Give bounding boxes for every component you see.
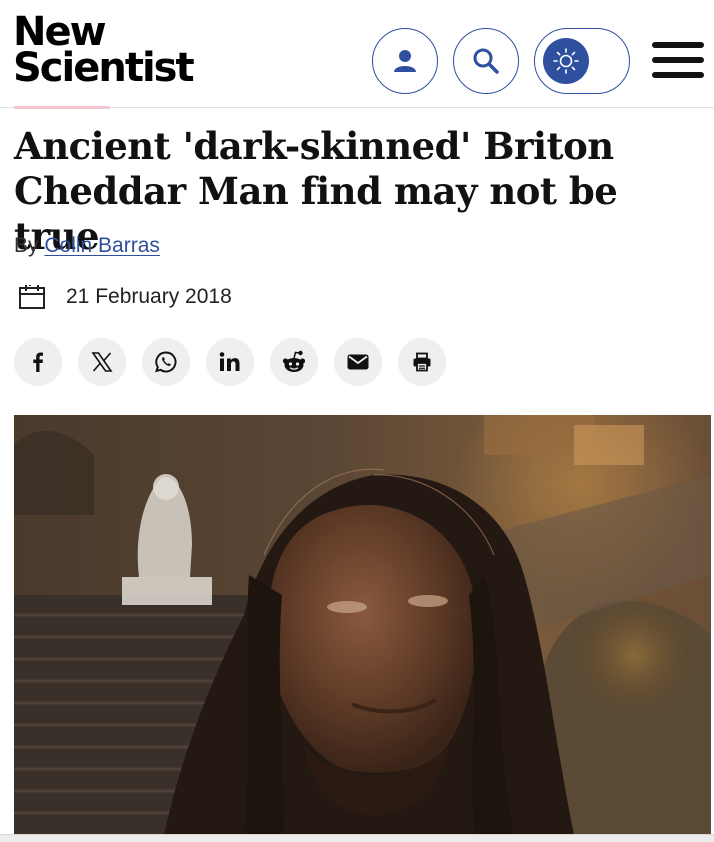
linkedin-icon xyxy=(219,352,240,371)
search-icon xyxy=(473,48,499,74)
whatsapp-icon xyxy=(155,351,177,373)
share-whatsapp-button[interactable] xyxy=(142,338,190,386)
email-icon xyxy=(347,354,369,370)
share-facebook-button[interactable] xyxy=(14,338,62,386)
page-bottom-edge xyxy=(0,834,714,842)
account-button[interactable] xyxy=(372,28,438,94)
search-button[interactable] xyxy=(453,28,519,94)
theme-toggle[interactable] xyxy=(534,28,630,94)
reddit-icon xyxy=(282,350,306,372)
share-x-button[interactable] xyxy=(78,338,126,386)
share-linkedin-button[interactable] xyxy=(206,338,254,386)
hamburger-menu-icon[interactable] xyxy=(652,40,704,80)
theme-toggle-knob xyxy=(543,38,589,84)
new-scientist-logo[interactable]: New Scientist xyxy=(13,12,195,91)
publish-date: 21 February 2018 xyxy=(18,283,232,311)
logo-line-2: Scientist xyxy=(13,45,195,91)
share-reddit-button[interactable] xyxy=(270,338,318,386)
header-accent-bar xyxy=(14,106,110,109)
facebook-icon xyxy=(33,352,43,372)
x-icon xyxy=(91,352,113,372)
byline: By Colin Barras xyxy=(14,234,160,258)
publish-date-text: 21 February 2018 xyxy=(66,285,232,308)
article-hero-image xyxy=(14,415,711,835)
share-print-button[interactable] xyxy=(398,338,446,386)
sun-icon xyxy=(553,48,579,74)
print-icon xyxy=(413,352,431,372)
share-bar xyxy=(14,338,446,386)
byline-prefix: By xyxy=(14,234,39,257)
share-email-button[interactable] xyxy=(334,338,382,386)
calendar-icon xyxy=(19,285,45,309)
person-icon xyxy=(394,50,416,72)
author-link[interactable]: Colin Barras xyxy=(44,234,160,257)
site-header: New Scientist xyxy=(0,0,714,108)
